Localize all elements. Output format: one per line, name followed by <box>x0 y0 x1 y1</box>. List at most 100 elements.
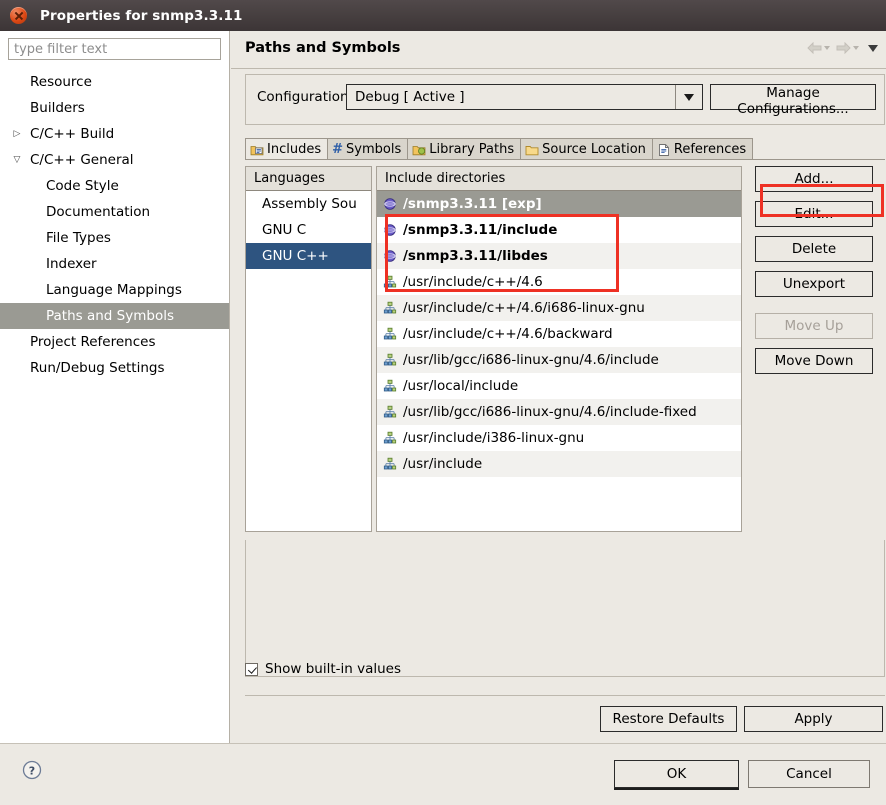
sidebar-item-language-mappings[interactable]: Language Mappings <box>0 277 229 303</box>
include-directory-row[interactable]: /usr/local/include <box>377 373 741 399</box>
sidebar-item-label: Resource <box>30 74 92 90</box>
tab-label: Symbols <box>346 142 402 157</box>
cancel-button[interactable]: Cancel <box>748 760 870 788</box>
close-icon[interactable] <box>10 7 27 24</box>
back-dropdown-caret-icon <box>824 46 830 50</box>
twisty-expanded-icon[interactable]: ▽ <box>11 147 23 173</box>
include-directory-label: /snmp3.3.11 [exp] <box>403 196 542 212</box>
tab-label: Includes <box>267 142 322 157</box>
builtin-tree-icon <box>383 431 397 444</box>
delete-button[interactable]: Delete <box>755 236 873 262</box>
include-directory-label: /usr/include/c++/4.6 <box>403 274 543 290</box>
edit-button[interactable]: Edit... <box>755 201 873 227</box>
include-directory-label: /snmp3.3.11/libdes <box>403 248 548 264</box>
tab-references[interactable]: References <box>651 138 754 160</box>
dialog-body: Resource Builders ▷ C/C++ Build ▽ C/C++ Gener… <box>0 31 886 743</box>
sidebar-item-file-types[interactable]: File Types <box>0 225 229 251</box>
tab-includes[interactable]: Includes <box>245 138 329 160</box>
twisty-collapsed-icon[interactable]: ▷ <box>11 121 23 147</box>
ok-button[interactable]: OK <box>614 760 739 788</box>
builtin-tree-icon <box>383 353 397 366</box>
show-builtin-values-checkbox[interactable]: Show built-in values <box>245 661 401 677</box>
document-icon <box>658 143 669 156</box>
show-builtin-values-label: Show built-in values <box>265 661 402 677</box>
checkbox-icon[interactable] <box>245 662 258 676</box>
page-nav-icons <box>807 42 878 54</box>
apply-button[interactable]: Apply <box>744 706 883 732</box>
include-directories-list[interactable]: Include directories /snmp3.3.11 [exp]/sn… <box>376 166 742 532</box>
tab-strip: Includes # Symbols Library Paths Source Loca… <box>245 138 885 160</box>
builtin-tree-icon <box>383 379 397 392</box>
include-directory-row[interactable]: /usr/include/i386-linux-gnu <box>377 425 741 451</box>
sidebar-item-c-c-general[interactable]: ▽ C/C++ General <box>0 147 229 173</box>
sidebar-item-label: Project References <box>30 334 156 350</box>
tab-underline <box>245 159 885 160</box>
restore-defaults-button[interactable]: Restore Defaults <box>600 706 737 732</box>
include-directory-label: /snmp3.3.11/include <box>403 222 558 238</box>
back-arrow-icon[interactable] <box>807 42 830 54</box>
unexport-button[interactable]: Unexport <box>755 271 873 297</box>
dialog-footer: ? OK Cancel <box>0 743 886 805</box>
include-directories-rows: /snmp3.3.11 [exp] /snmp3.3.11/include/snm… <box>377 191 741 477</box>
export-sphere-icon <box>384 198 396 210</box>
sidebar-item-indexer[interactable]: Indexer <box>0 251 229 277</box>
builtin-tree-icon <box>383 457 397 470</box>
language-row[interactable]: GNU C++ <box>246 243 371 269</box>
sidebar-item-c-c-build[interactable]: ▷ C/C++ Build <box>0 121 229 147</box>
sidebar-item-documentation[interactable]: Documentation <box>0 199 229 225</box>
include-directory-row[interactable]: /usr/include/c++/4.6/i686-linux-gnu <box>377 295 741 321</box>
header-divider <box>231 68 886 69</box>
filter-input[interactable] <box>8 38 221 60</box>
languages-column-header: Languages <box>246 167 371 191</box>
sidebar-item-run-debug-settings[interactable]: Run/Debug Settings <box>0 355 229 381</box>
include-directory-label: /usr/lib/gcc/i686-linux-gnu/4.6/include-… <box>403 404 697 420</box>
forward-arrow-icon[interactable] <box>836 42 859 54</box>
include-directory-row[interactable]: /usr/lib/gcc/i686-linux-gnu/4.6/include <box>377 347 741 373</box>
sidebar-item-builders[interactable]: Builders <box>0 95 229 121</box>
sidebar-item-project-references[interactable]: Project References <box>0 329 229 355</box>
configuration-select[interactable]: Debug [ Active ] <box>346 84 703 110</box>
include-directory-row[interactable]: /usr/include <box>377 451 741 477</box>
include-directory-row[interactable]: /snmp3.3.11 [exp] <box>377 191 741 217</box>
language-row[interactable]: Assembly Sou <box>246 191 371 217</box>
library-folder-icon <box>412 145 426 155</box>
chevron-down-icon[interactable] <box>675 85 702 109</box>
sidebar-item-code-style[interactable]: Code Style <box>0 173 229 199</box>
tab-label: Library Paths <box>429 142 515 157</box>
include-directories-column-header: Include directories <box>377 167 741 191</box>
move-up-button: Move Up <box>755 313 873 339</box>
include-directory-row[interactable]: /snmp3.3.11/include <box>377 217 741 243</box>
include-directory-row[interactable]: /snmp3.3.11/libdes <box>377 243 741 269</box>
chevron-down-icon[interactable] <box>868 44 878 52</box>
tab-source-location[interactable]: Source Location <box>520 138 653 160</box>
export-sphere-icon <box>384 224 396 236</box>
add-button[interactable]: Add... <box>755 166 873 192</box>
folder-icon <box>525 145 539 155</box>
tab-symbols[interactable]: # Symbols <box>327 138 409 160</box>
sidebar-item-label: File Types <box>46 230 111 246</box>
manage-configurations-button[interactable]: Manage Configurations... <box>710 84 876 117</box>
include-directory-row[interactable]: /usr/include/c++/4.6 <box>377 269 741 295</box>
builtin-values-group <box>245 540 885 677</box>
move-down-button[interactable]: Move Down <box>755 348 873 374</box>
tab-library-paths[interactable]: Library Paths <box>407 138 522 160</box>
configuration-selected-value: Debug [ Active ] <box>355 89 465 105</box>
sidebar-item-label: Builders <box>30 100 85 116</box>
help-question-icon[interactable]: ? <box>22 760 42 780</box>
sidebar-item-label: Run/Debug Settings <box>30 360 165 376</box>
include-directory-label: /usr/include <box>403 456 483 472</box>
page-header: Paths and Symbols <box>231 31 886 68</box>
builtin-tree-icon <box>383 405 397 418</box>
include-directory-label: /usr/local/include <box>403 378 519 394</box>
builtin-tree-icon <box>383 301 397 314</box>
tab-label: References <box>673 142 747 157</box>
sidebar-item-paths-and-symbols[interactable]: Paths and Symbols <box>0 303 229 329</box>
builtin-tree-icon <box>383 327 397 340</box>
language-row[interactable]: GNU C <box>246 217 371 243</box>
sidebar-item-label: Paths and Symbols <box>46 308 174 324</box>
include-directory-row[interactable]: /usr/include/c++/4.6/backward <box>377 321 741 347</box>
sidebar-item-resource[interactable]: Resource <box>0 69 229 95</box>
languages-list[interactable]: Languages Assembly Sou GNU C GNU C++ <box>245 166 372 532</box>
include-directory-row[interactable]: /usr/lib/gcc/i686-linux-gnu/4.6/include-… <box>377 399 741 425</box>
page-title: Paths and Symbols <box>245 40 401 56</box>
